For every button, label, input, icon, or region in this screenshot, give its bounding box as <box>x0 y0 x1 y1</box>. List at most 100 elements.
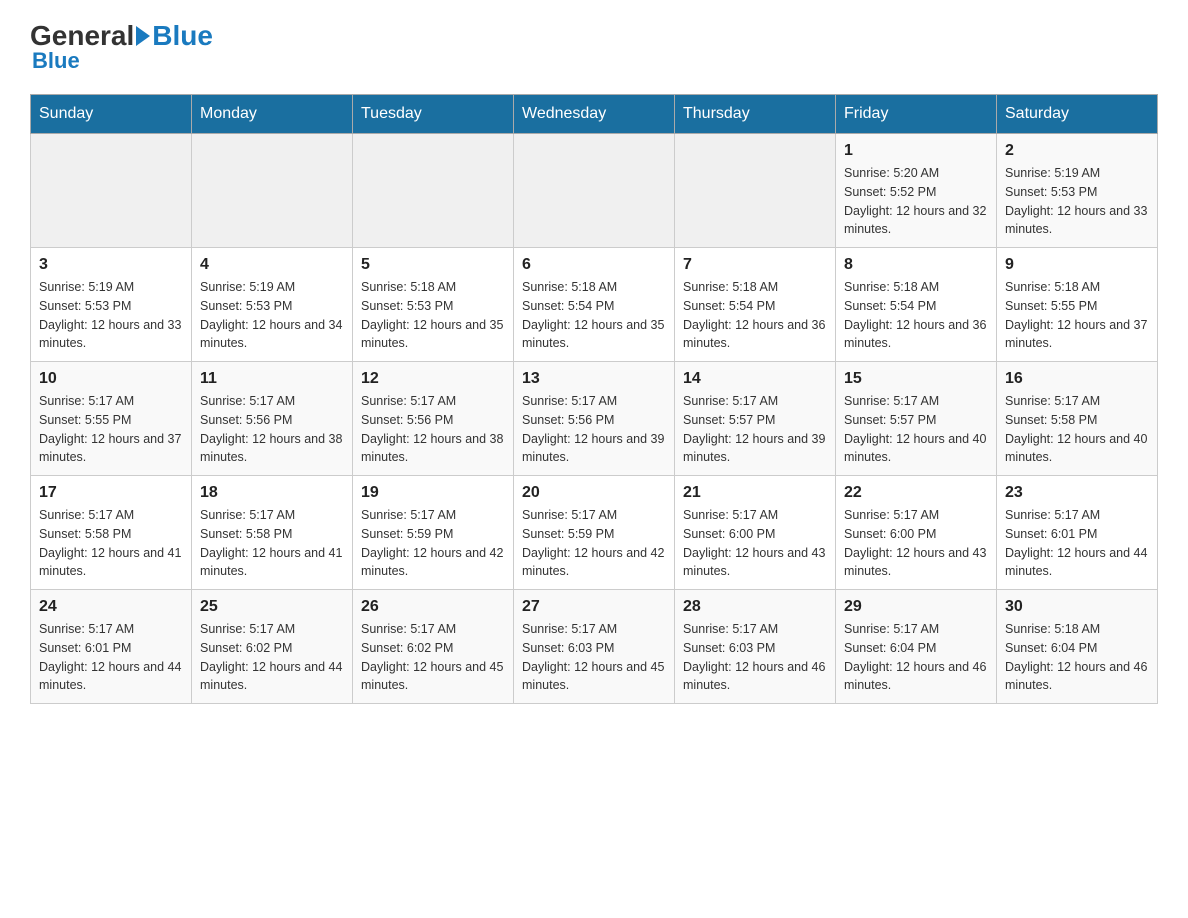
logo-subtitle: Blue <box>32 48 80 74</box>
calendar-cell: 12Sunrise: 5:17 AMSunset: 5:56 PMDayligh… <box>353 362 514 476</box>
calendar-week-3: 10Sunrise: 5:17 AMSunset: 5:55 PMDayligh… <box>31 362 1158 476</box>
calendar-cell: 5 Sunrise: 5:18 AMSunset: 5:53 PMDaylight… <box>353 248 514 362</box>
calendar-cell: 6 Sunrise: 5:18 AMSunset: 5:54 PMDaylight… <box>514 248 675 362</box>
day-info: Sunrise: 5:18 AMSunset: 5:53 PMDaylight:… <box>361 278 505 353</box>
day-number: 25 <box>200 598 344 616</box>
day-info: Sunrise: 5:17 AMSunset: 5:59 PMDaylight:… <box>361 506 505 581</box>
day-info: Sunrise: 5:17 AMSunset: 6:03 PMDaylight:… <box>683 620 827 695</box>
calendar-cell: 14Sunrise: 5:17 AMSunset: 5:57 PMDayligh… <box>675 362 836 476</box>
day-number: 8 <box>844 256 988 274</box>
calendar-cell: 17Sunrise: 5:17 AMSunset: 5:58 PMDayligh… <box>31 476 192 590</box>
weekday-header-tuesday: Tuesday <box>353 95 514 134</box>
day-info: Sunrise: 5:17 AMSunset: 6:04 PMDaylight:… <box>844 620 988 695</box>
calendar-cell: 11 Sunrise: 5:17 AMSunset: 5:56 PMDayligh… <box>192 362 353 476</box>
calendar-cell: 26 Sunrise: 5:17 AMSunset: 6:02 PMDayligh… <box>353 590 514 704</box>
day-number: 3 <box>39 256 183 274</box>
day-number: 10 <box>39 370 183 388</box>
calendar-cell: 30 Sunrise: 5:18 AMSunset: 6:04 PMDayligh… <box>997 590 1158 704</box>
calendar-cell: 16Sunrise: 5:17 AMSunset: 5:58 PMDayligh… <box>997 362 1158 476</box>
calendar-week-1: 1 Sunrise: 5:20 AMSunset: 5:52 PMDaylight… <box>31 134 1158 248</box>
day-info: Sunrise: 5:18 AMSunset: 6:04 PMDaylight:… <box>1005 620 1149 695</box>
day-info: Sunrise: 5:17 AMSunset: 5:59 PMDaylight:… <box>522 506 666 581</box>
calendar-cell <box>31 134 192 248</box>
calendar-cell <box>192 134 353 248</box>
day-info: Sunrise: 5:17 AMSunset: 6:03 PMDaylight:… <box>522 620 666 695</box>
day-info: Sunrise: 5:17 AMSunset: 6:02 PMDaylight:… <box>200 620 344 695</box>
logo-triangle-icon <box>136 26 150 46</box>
page-header: General Blue Blue <box>30 20 1158 74</box>
calendar-cell: 7 Sunrise: 5:18 AMSunset: 5:54 PMDaylight… <box>675 248 836 362</box>
calendar-cell: 10Sunrise: 5:17 AMSunset: 5:55 PMDayligh… <box>31 362 192 476</box>
day-number: 18 <box>200 484 344 502</box>
calendar-cell: 15Sunrise: 5:17 AMSunset: 5:57 PMDayligh… <box>836 362 997 476</box>
logo: General Blue Blue <box>30 20 213 74</box>
calendar-cell: 22 Sunrise: 5:17 AMSunset: 6:00 PMDayligh… <box>836 476 997 590</box>
calendar-week-5: 24 Sunrise: 5:17 AMSunset: 6:01 PMDayligh… <box>31 590 1158 704</box>
day-number: 22 <box>844 484 988 502</box>
logo-blue: Blue <box>152 20 213 52</box>
day-number: 20 <box>522 484 666 502</box>
day-number: 12 <box>361 370 505 388</box>
day-info: Sunrise: 5:17 AMSunset: 5:56 PMDaylight:… <box>200 392 344 467</box>
day-number: 30 <box>1005 598 1149 616</box>
day-number: 15 <box>844 370 988 388</box>
calendar-cell: 9 Sunrise: 5:18 AMSunset: 5:55 PMDaylight… <box>997 248 1158 362</box>
day-number: 9 <box>1005 256 1149 274</box>
day-number: 24 <box>39 598 183 616</box>
day-info: Sunrise: 5:17 AMSunset: 6:01 PMDaylight:… <box>39 620 183 695</box>
day-info: Sunrise: 5:18 AMSunset: 5:55 PMDaylight:… <box>1005 278 1149 353</box>
day-number: 29 <box>844 598 988 616</box>
day-info: Sunrise: 5:17 AMSunset: 5:58 PMDaylight:… <box>1005 392 1149 467</box>
calendar-cell: 29 Sunrise: 5:17 AMSunset: 6:04 PMDayligh… <box>836 590 997 704</box>
weekday-header-wednesday: Wednesday <box>514 95 675 134</box>
day-number: 17 <box>39 484 183 502</box>
calendar-cell <box>514 134 675 248</box>
day-info: Sunrise: 5:17 AMSunset: 6:02 PMDaylight:… <box>361 620 505 695</box>
calendar-cell: 1 Sunrise: 5:20 AMSunset: 5:52 PMDaylight… <box>836 134 997 248</box>
calendar-cell <box>675 134 836 248</box>
day-number: 2 <box>1005 142 1149 160</box>
weekday-header-monday: Monday <box>192 95 353 134</box>
calendar-week-4: 17 Sunrise: 5:17 AMSunset: 5:58 PMDayligh… <box>31 476 1158 590</box>
day-number: 1 <box>844 142 988 160</box>
day-number: 13 <box>522 370 666 388</box>
day-number: 5 <box>361 256 505 274</box>
calendar-cell: 28Sunrise: 5:17 AMSunset: 6:03 PMDayligh… <box>675 590 836 704</box>
calendar-cell: 27Sunrise: 5:17 AMSunset: 6:03 PMDayligh… <box>514 590 675 704</box>
day-number: 21 <box>683 484 827 502</box>
calendar-cell: 25 Sunrise: 5:17 AMSunset: 6:02 PMDayligh… <box>192 590 353 704</box>
calendar-cell: 21 Sunrise: 5:17 AMSunset: 6:00 PMDayligh… <box>675 476 836 590</box>
calendar-cell: 24 Sunrise: 5:17 AMSunset: 6:01 PMDayligh… <box>31 590 192 704</box>
day-number: 6 <box>522 256 666 274</box>
calendar-cell: 8 Sunrise: 5:18 AMSunset: 5:54 PMDaylight… <box>836 248 997 362</box>
calendar-cell: 18 Sunrise: 5:17 AMSunset: 5:58 PMDayligh… <box>192 476 353 590</box>
day-info: Sunrise: 5:19 AMSunset: 5:53 PMDaylight:… <box>39 278 183 353</box>
calendar-cell: 13Sunrise: 5:17 AMSunset: 5:56 PMDayligh… <box>514 362 675 476</box>
day-number: 4 <box>200 256 344 274</box>
day-info: Sunrise: 5:20 AMSunset: 5:52 PMDaylight:… <box>844 164 988 239</box>
day-number: 11 <box>200 370 344 388</box>
calendar-cell: 3 Sunrise: 5:19 AMSunset: 5:53 PMDaylight… <box>31 248 192 362</box>
day-info: Sunrise: 5:18 AMSunset: 5:54 PMDaylight:… <box>683 278 827 353</box>
day-number: 7 <box>683 256 827 274</box>
day-number: 23 <box>1005 484 1149 502</box>
weekday-header-saturday: Saturday <box>997 95 1158 134</box>
weekday-header-thursday: Thursday <box>675 95 836 134</box>
day-info: Sunrise: 5:19 AMSunset: 5:53 PMDaylight:… <box>1005 164 1149 239</box>
day-number: 26 <box>361 598 505 616</box>
calendar-cell: 23 Sunrise: 5:17 AMSunset: 6:01 PMDayligh… <box>997 476 1158 590</box>
day-info: Sunrise: 5:19 AMSunset: 5:53 PMDaylight:… <box>200 278 344 353</box>
calendar-cell: 19Sunrise: 5:17 AMSunset: 5:59 PMDayligh… <box>353 476 514 590</box>
weekday-header-row: SundayMondayTuesdayWednesdayThursdayFrid… <box>31 95 1158 134</box>
day-info: Sunrise: 5:18 AMSunset: 5:54 PMDaylight:… <box>844 278 988 353</box>
day-info: Sunrise: 5:17 AMSunset: 6:00 PMDaylight:… <box>844 506 988 581</box>
day-info: Sunrise: 5:17 AMSunset: 6:00 PMDaylight:… <box>683 506 827 581</box>
weekday-header-sunday: Sunday <box>31 95 192 134</box>
day-info: Sunrise: 5:17 AMSunset: 5:57 PMDaylight:… <box>683 392 827 467</box>
day-info: Sunrise: 5:17 AMSunset: 5:58 PMDaylight:… <box>200 506 344 581</box>
calendar-cell: 20 Sunrise: 5:17 AMSunset: 5:59 PMDayligh… <box>514 476 675 590</box>
day-info: Sunrise: 5:18 AMSunset: 5:54 PMDaylight:… <box>522 278 666 353</box>
day-info: Sunrise: 5:17 AMSunset: 6:01 PMDaylight:… <box>1005 506 1149 581</box>
calendar-cell: 4 Sunrise: 5:19 AMSunset: 5:53 PMDaylight… <box>192 248 353 362</box>
calendar-cell <box>353 134 514 248</box>
